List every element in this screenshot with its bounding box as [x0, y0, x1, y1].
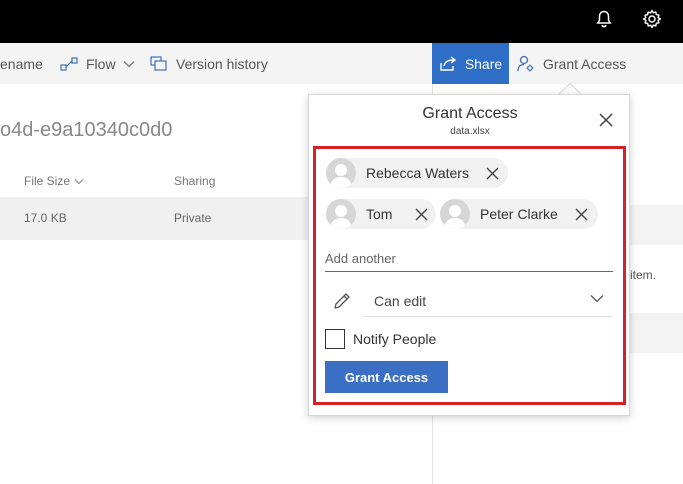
top-bar — [0, 0, 683, 43]
details-panel-row — [630, 205, 683, 245]
file-size-cell: 17.0 KB — [24, 211, 67, 225]
notify-people-label: Notify People — [353, 331, 437, 347]
sharing-header-label: Sharing — [174, 174, 216, 188]
version-history-icon — [150, 55, 167, 71]
grant-access-label: Grant Access — [543, 55, 627, 72]
details-panel-text: item. — [630, 268, 657, 282]
grant-access-command[interactable]: Grant Access — [517, 43, 626, 84]
bell-icon[interactable] — [593, 8, 615, 30]
person-name: Peter Clarke — [480, 206, 558, 222]
gear-icon[interactable] — [641, 8, 663, 30]
person-chip: Rebecca Waters — [326, 158, 508, 188]
avatar-icon — [326, 158, 356, 188]
file-size-header-label: File Size — [24, 174, 71, 188]
version-history-command[interactable]: Version history — [150, 43, 268, 84]
page-title: o4d-e9a10340c0d0 — [0, 119, 173, 141]
rename-command[interactable]: ename — [0, 43, 43, 84]
column-header-sharing[interactable]: Sharing — [174, 174, 215, 188]
details-panel-row — [630, 313, 683, 353]
flow-command[interactable]: Flow — [60, 43, 135, 84]
permission-value: Can edit — [374, 292, 427, 309]
share-button[interactable]: Share — [432, 43, 509, 84]
share-label: Share — [464, 55, 503, 72]
person-name: Tom — [366, 206, 393, 222]
dialog-title: Grant Access — [422, 105, 518, 122]
chevron-down-icon — [590, 295, 604, 303]
remove-icon[interactable] — [414, 207, 428, 221]
dialog-filename: data.xlsx — [450, 126, 490, 137]
share-icon — [440, 55, 456, 71]
remove-icon[interactable] — [574, 207, 588, 221]
chevron-down-icon — [74, 178, 84, 184]
add-another-input[interactable] — [325, 246, 613, 272]
avatar-icon — [440, 199, 470, 229]
chevron-down-icon — [123, 60, 135, 67]
person-name: Rebecca Waters — [366, 165, 469, 181]
person-chip: Tom — [326, 199, 436, 229]
version-history-label: Version history — [176, 55, 268, 72]
flow-icon — [60, 56, 78, 71]
pencil-icon — [332, 291, 352, 316]
avatar-icon — [326, 199, 356, 229]
rename-label: ename — [0, 55, 43, 72]
grant-access-button[interactable]: Grant Access — [325, 361, 448, 393]
column-header-file-size[interactable]: File Size — [24, 174, 84, 188]
notify-people-checkbox[interactable] — [325, 329, 345, 349]
close-icon — [599, 113, 613, 127]
permission-dropdown[interactable]: Can edit — [362, 285, 612, 317]
sharing-cell: Private — [174, 211, 212, 225]
grant-access-icon — [517, 55, 534, 71]
flow-label: Flow — [86, 55, 116, 72]
remove-icon[interactable] — [485, 166, 499, 180]
person-chip: Peter Clarke — [440, 199, 598, 229]
close-button[interactable] — [597, 111, 615, 129]
